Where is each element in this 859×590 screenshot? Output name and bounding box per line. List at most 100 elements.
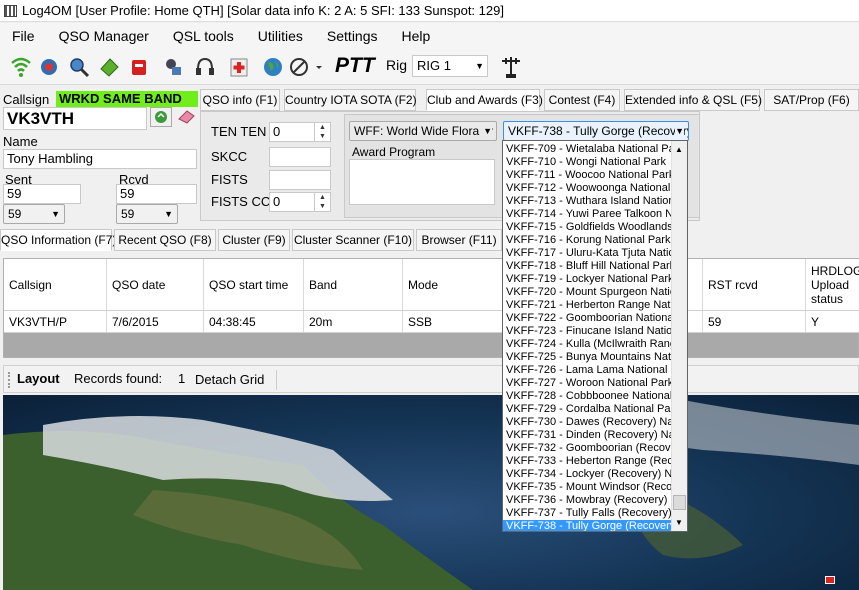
dropdown-option[interactable]: VKFF-713 - Wuthara Island Nation (503, 195, 673, 208)
rig-select[interactable]: RIG 1 ▼ (412, 55, 488, 77)
dropdown-option[interactable]: VKFF-721 - Herberton Range Natio (503, 299, 673, 312)
callsign-input[interactable]: VK3VTH (3, 107, 147, 130)
scroll-up-icon[interactable]: ▲ (675, 145, 683, 154)
dropdown-option[interactable]: VKFF-716 - Korung National Park (503, 234, 673, 247)
dropdown-option[interactable]: VKFF-736 - Mowbray (Recovery) N (503, 494, 673, 507)
award-reference-dropdown[interactable]: VKFF-709 - Wietalaba National Pa VKFF-710… (502, 140, 688, 532)
dropdown-option[interactable]: VKFF-733 - Heberton Range (Recov (503, 455, 673, 468)
column-band[interactable]: Band (304, 259, 403, 310)
rst-rcvd-select[interactable]: 59 ▼ (116, 204, 178, 224)
dropdown-option[interactable]: VKFF-734 - Lockyer (Recovery) Na (503, 468, 673, 481)
spinner-arrows-icon[interactable]: ▲ ▼ (314, 123, 330, 141)
dropdown-option[interactable]: VKFF-722 - Goomboorian National (503, 312, 673, 325)
dropdown-option[interactable]: VKFF-724 - Kulla (McIlwraith Rang (503, 338, 673, 351)
tab-qso-information[interactable]: QSO Information (F7) (0, 229, 116, 251)
rst-rcvd-input[interactable]: 59 (116, 184, 197, 204)
dropdown-option[interactable]: VKFF-717 - Uluru-Kata Tjuta Nation (503, 247, 673, 260)
dropdown-option[interactable]: VKFF-715 - Goldfields Woodlands (503, 221, 673, 234)
menu-utilities[interactable]: Utilities (246, 23, 315, 49)
satellite-dish-icon[interactable] (288, 55, 310, 79)
cell-qso-start-time: 04:38:45 (204, 311, 304, 332)
dropdown-option[interactable]: VKFF-719 - Lockyer National Park (503, 273, 673, 286)
column-mode[interactable]: Mode (403, 259, 503, 310)
wifi-icon[interactable] (10, 55, 32, 79)
menu-help[interactable]: Help (390, 23, 443, 49)
label-tag-icon[interactable] (98, 55, 120, 79)
menu-bar: File QSO Manager QSL tools Utilities Set… (0, 23, 859, 49)
globe-icon[interactable] (262, 55, 284, 79)
dropdown-option[interactable]: VKFF-714 - Yuwi Paree Talkoon N (503, 208, 673, 221)
rig-label: Rig (386, 57, 408, 73)
menu-file[interactable]: File (0, 23, 47, 49)
award-program-input[interactable] (349, 159, 495, 205)
column-rst-rcvd[interactable]: RST rcvd (703, 259, 806, 310)
tab-browser[interactable]: Browser (F11) (416, 229, 502, 251)
mailbox-icon[interactable] (128, 55, 150, 79)
dropdown-option[interactable]: VKFF-723 - Finucane Island Nation (503, 325, 673, 338)
tab-recent-qso[interactable]: Recent QSO (F8) (114, 229, 216, 251)
menu-settings[interactable]: Settings (315, 23, 390, 49)
search-icon[interactable] (68, 55, 90, 79)
name-input[interactable]: Tony Hambling (3, 149, 197, 169)
dropdown-option[interactable]: VKFF-730 - Dawes (Recovery) Nat (503, 416, 673, 429)
dropdown-option[interactable]: VKFF-710 - Wongi National Park (503, 156, 673, 169)
tab-club-awards[interactable]: Club and Awards (F3) (426, 89, 543, 111)
rst-sent-select[interactable]: 59 ▼ (3, 204, 65, 224)
tab-cluster-scanner[interactable]: Cluster Scanner (F10) (292, 229, 414, 251)
ptt-button[interactable]: PTT (335, 53, 375, 79)
clear-button[interactable] (176, 107, 198, 125)
dropdown-option[interactable]: VKFF-729 - Cordalba National Park (503, 403, 673, 416)
tab-cluster[interactable]: Cluster (F9) (218, 229, 290, 251)
dropdown-option[interactable]: VKFF-726 - Lama Lama National P (503, 364, 673, 377)
tab-sat-prop[interactable]: SAT/Prop (F6) (764, 89, 859, 111)
column-qso-start-time[interactable]: QSO start time (204, 259, 304, 310)
dropdown-option[interactable]: VKFF-712 - Woowoonga National (503, 182, 673, 195)
first-aid-icon[interactable] (228, 55, 250, 79)
skcc-input[interactable] (269, 147, 331, 167)
tab-country-iota-sota[interactable]: Country IOTA SOTA (F2) (284, 89, 417, 111)
menu-qso-manager[interactable]: QSO Manager (47, 23, 161, 49)
tab-extended-info-qsl[interactable]: Extended info & QSL (F5) (624, 89, 762, 111)
satellite-search-icon[interactable] (38, 55, 60, 79)
world-map[interactable] (3, 395, 859, 590)
dropdown-option[interactable]: VKFF-731 - Dinden (Recovery) Na (503, 429, 673, 442)
dropdown-option[interactable]: VKFF-728 - Cobbboonee National (503, 390, 673, 403)
spinner-arrows-icon[interactable]: ▲ ▼ (314, 193, 330, 211)
map-image (3, 398, 859, 590)
tools-icon[interactable] (162, 55, 184, 79)
dropdown-option[interactable]: VKFF-732 - Goomboorian (Recove (503, 442, 673, 455)
antenna-icon[interactable] (498, 55, 524, 79)
dropdown-option[interactable]: VKFF-737 - Tully Falls (Recovery) N (503, 507, 673, 520)
fists-cc-input[interactable]: 0 ▲ ▼ (269, 192, 331, 212)
column-callsign[interactable]: Callsign (4, 259, 107, 310)
award-select[interactable]: WFF: World Wide Flora ar ▼ (349, 121, 497, 141)
dropdown-option[interactable]: VKFF-720 - Mount Spurgeon Natio (503, 286, 673, 299)
column-hrdlog-upload-status[interactable]: HRDLOG Upload status (806, 259, 859, 310)
award-reference-select[interactable]: VKFF-738 - Tully Gorge (Recovery ▼ (503, 121, 689, 141)
chevron-down-icon[interactable] (314, 55, 324, 79)
dropdown-option[interactable]: VKFF-725 - Bunya Mountains Natio (503, 351, 673, 364)
detach-grid-button[interactable]: Detach Grid (195, 372, 264, 387)
tab-qso-info[interactable]: QSO info (F1) (200, 89, 280, 111)
scroll-down-icon[interactable]: ▼ (675, 518, 683, 527)
tab-contest[interactable]: Contest (F4) (544, 89, 620, 111)
ten-ten-input[interactable]: 0 ▲ ▼ (269, 122, 331, 142)
dropdown-option[interactable]: VKFF-727 - Woroon National Park (503, 377, 673, 390)
scroll-thumb[interactable] (673, 495, 686, 510)
table-row[interactable]: VK3VTH/P 7/6/2015 04:38:45 20m SSB 59 Y (4, 311, 859, 333)
column-qso-date[interactable]: QSO date (107, 259, 204, 310)
lookup-button[interactable] (150, 107, 172, 127)
dropdown-option[interactable]: VKFF-711 - Woocoo National Park (503, 169, 673, 182)
dropdown-option[interactable]: VKFF-709 - Wietalaba National Pa (503, 143, 673, 156)
grip-handle[interactable] (8, 372, 11, 388)
fists-input[interactable] (269, 170, 331, 190)
headset-icon[interactable] (194, 55, 216, 79)
dropdown-scrollbar[interactable]: ▲ ▼ (671, 141, 687, 531)
rst-sent-input[interactable]: 59 (3, 184, 81, 204)
dropdown-option[interactable]: VKFF-738 - Tully Gorge (Recovery (503, 520, 673, 531)
menu-qsl-tools[interactable]: QSL tools (161, 23, 246, 49)
dropdown-option[interactable]: VKFF-735 - Mount Windsor (Recov (503, 481, 673, 494)
station-marker-icon[interactable] (825, 576, 835, 584)
dropdown-option[interactable]: VKFF-718 - Bluff Hill National Park (503, 260, 673, 273)
layout-button[interactable]: Layout (17, 371, 60, 386)
